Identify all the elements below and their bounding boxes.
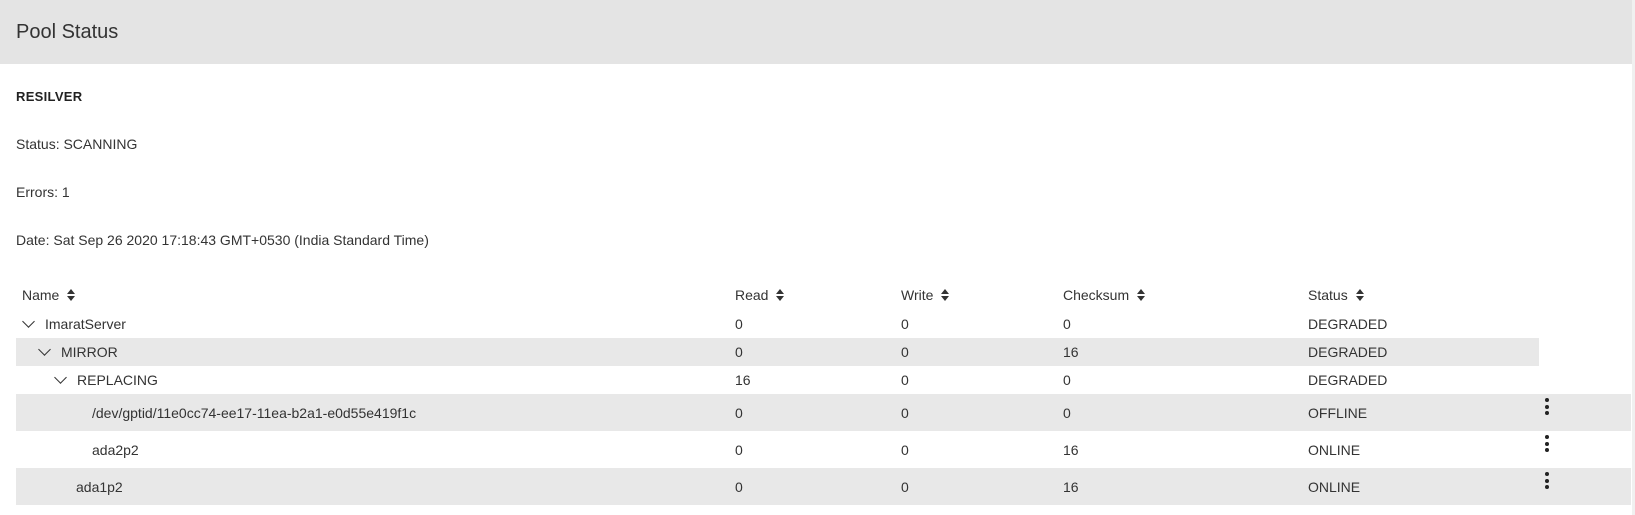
column-header-checksum[interactable]: Checksum [1063, 280, 1146, 310]
column-header-status[interactable]: Status [1308, 280, 1365, 310]
row-menu-button[interactable] [1545, 431, 1551, 468]
write-cell: 0 [901, 404, 909, 421]
name-cell: ada1p2 [76, 478, 123, 495]
scan-title: RESILVER [16, 89, 83, 104]
name-cell: /dev/gptid/11e0cc74-ee17-11ea-b2a1-e0d55… [92, 404, 417, 421]
write-cell: 0 [901, 372, 909, 388]
status-cell: ONLINE [1308, 441, 1361, 458]
status-cell: OFFLINE [1308, 404, 1368, 421]
row-menu-button[interactable] [1545, 468, 1551, 505]
row-name: MIRROR [61, 344, 118, 360]
pool-table: Name Read Write Checksum Status ImaratSe… [16, 280, 1631, 505]
write-cell: 0 [901, 478, 909, 495]
name-cell: ImaratServer [22, 310, 126, 338]
scan-date: Date: Sat Sep 26 2020 17:18:43 GMT+0530 … [16, 232, 429, 248]
read-cell: 0 [735, 441, 743, 458]
page-title: Pool Status [16, 21, 119, 43]
column-header-label: Name [22, 287, 60, 303]
scan-errors: Errors: 1 [16, 184, 70, 200]
status-cell: DEGRADED [1308, 372, 1388, 388]
status-cell: ONLINE [1308, 478, 1361, 495]
row-name: ImaratServer [45, 316, 126, 332]
checksum-cell: 0 [1063, 372, 1071, 388]
more-vert-icon [1545, 472, 1551, 489]
column-header-label: Status [1308, 287, 1348, 303]
checksum-cell: 0 [1063, 316, 1071, 332]
read-cell: 0 [735, 344, 743, 360]
table-row[interactable]: /dev/gptid/11e0cc74-ee17-11ea-b2a1-e0d55… [16, 394, 1631, 431]
column-header-label: Read [735, 287, 769, 303]
scan-status: Status: SCANNING [16, 136, 138, 152]
table-row[interactable]: ada2p2 0 0 16 ONLINE [16, 431, 1631, 468]
status-cell: DEGRADED [1308, 316, 1388, 332]
pool-status-page: Pool Status RESILVER Status: SCANNING Er… [0, 0, 1635, 515]
write-cell: 0 [901, 441, 909, 458]
sort-icon [66, 288, 76, 302]
table-header: Name Read Write Checksum Status [16, 280, 1616, 310]
row-name: REPLACING [77, 372, 158, 388]
table-row[interactable]: ada1p2 0 0 16 ONLINE [16, 468, 1631, 505]
column-header-label: Checksum [1063, 287, 1130, 303]
chevron-down-icon[interactable] [54, 371, 67, 384]
checksum-cell: 16 [1063, 441, 1079, 458]
checksum-cell: 0 [1063, 404, 1071, 421]
read-cell: 0 [735, 404, 743, 421]
sort-icon [1136, 288, 1146, 302]
checksum-cell: 16 [1063, 478, 1079, 495]
name-cell: ada2p2 [92, 441, 139, 458]
row-menu-button[interactable] [1545, 394, 1551, 431]
more-vert-icon [1545, 435, 1551, 452]
checksum-cell: 16 [1063, 344, 1079, 360]
write-cell: 0 [901, 316, 909, 332]
column-header-name[interactable]: Name [22, 280, 76, 310]
column-header-write[interactable]: Write [901, 280, 950, 310]
name-cell: REPLACING [54, 366, 158, 394]
sort-icon [940, 288, 950, 302]
table-row[interactable]: REPLACING 16 0 0 DEGRADED [16, 366, 1539, 394]
column-header-label: Write [901, 287, 934, 303]
column-header-read[interactable]: Read [735, 280, 785, 310]
status-cell: DEGRADED [1308, 344, 1388, 360]
sort-icon [775, 288, 785, 302]
sort-icon [1355, 288, 1365, 302]
table-row[interactable]: ImaratServer 0 0 0 DEGRADED [16, 310, 1539, 338]
chevron-down-icon[interactable] [38, 343, 51, 356]
name-cell: MIRROR [38, 338, 118, 366]
page-header: Pool Status [0, 0, 1635, 64]
read-cell: 16 [735, 372, 751, 388]
chevron-down-icon[interactable] [22, 315, 35, 328]
more-vert-icon [1545, 398, 1551, 415]
read-cell: 0 [735, 316, 743, 332]
read-cell: 0 [735, 478, 743, 495]
table-row[interactable]: MIRROR 0 0 16 DEGRADED [16, 338, 1539, 366]
write-cell: 0 [901, 344, 909, 360]
